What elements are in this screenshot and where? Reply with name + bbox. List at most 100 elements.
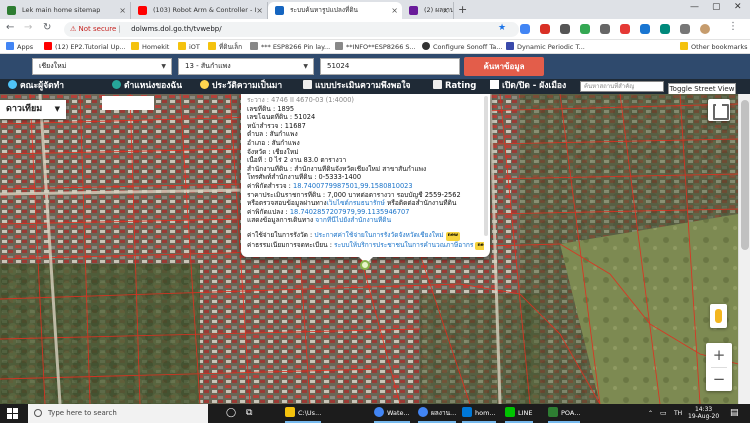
maximize-icon[interactable]: ▢ <box>712 2 721 12</box>
taskbar-app-explorer[interactable]: C:\Us... <box>285 404 322 423</box>
taskbar-search[interactable]: Type here to search <box>28 404 208 423</box>
search-button[interactable]: ค้นหาข้อมูล <box>464 57 544 76</box>
menu-credits[interactable]: คณะผู้จัดทำ <box>8 79 64 94</box>
network-icon[interactable]: ▭ <box>660 404 667 423</box>
tab-4[interactable]: (2) ผลงาน - Kaidee × <box>402 2 454 19</box>
extension-icon[interactable] <box>520 24 530 34</box>
zoom-control: + − <box>706 343 732 391</box>
url-field[interactable]: ⚠ Not secure | dolwms.dol.go.th/tvwebp/ <box>64 22 519 37</box>
parcel-number-input[interactable]: 51024 <box>320 58 460 75</box>
close-window-icon[interactable]: ✕ <box>734 2 742 12</box>
zoom-in-button[interactable]: + <box>706 343 732 367</box>
close-icon[interactable]: × <box>256 2 263 19</box>
windows-start-icon[interactable] <box>7 408 18 419</box>
bookmark-item[interactable]: ที่ดินเล็ก <box>208 41 242 53</box>
notification-icon[interactable]: ▤ <box>730 404 739 423</box>
zoom-out-button[interactable]: − <box>706 367 732 391</box>
fullscreen-icon[interactable] <box>708 99 730 121</box>
task-view-button[interactable]: ⧉ <box>246 404 252 423</box>
extension-icon[interactable] <box>640 24 650 34</box>
tab-1[interactable]: Lek main home sitemap × <box>0 2 131 19</box>
tab-title: (2) ผลงาน - Kaidee <box>424 6 454 14</box>
info-map-sheet: ระวาง : 4746 II 4670-03 (1:4000) <box>247 96 354 104</box>
taskbar-clock[interactable]: 14:33 19-Aug-20 <box>688 406 719 420</box>
extension-icon[interactable] <box>600 24 610 34</box>
chevron-down-icon: ▼ <box>303 63 308 70</box>
tray-chevron-icon[interactable]: ⌃ <box>648 404 653 423</box>
pegman-icon[interactable] <box>710 304 727 328</box>
chevron-down-icon: ▼ <box>161 63 166 70</box>
treasury-link[interactable]: เว็บไซต์กรมธนารักษ์ <box>327 199 385 207</box>
info-survey-page: หน้าสำรวจ : 11687 <box>247 121 306 130</box>
menu-survey[interactable]: แบบประเมินความพึงพอใจ <box>303 79 411 94</box>
taskbar-app-vscode[interactable]: hom... <box>462 404 496 423</box>
bookmark-item[interactable]: *** ESP8266 Pin lay... <box>250 41 330 53</box>
input-language[interactable]: TH <box>674 404 682 423</box>
tax-calc-link[interactable]: ระบบให้บริการประชาชนในการคำนวณภาษีอากร <box>334 241 473 249</box>
vscode-icon <box>462 407 472 417</box>
taskbar-app-line[interactable]: LINE <box>505 404 533 423</box>
folder-icon <box>178 42 186 50</box>
reload-icon[interactable]: ↻ <box>43 22 51 33</box>
parcel-marker-icon[interactable] <box>360 260 370 270</box>
close-icon[interactable]: × <box>442 2 449 19</box>
directions-link[interactable]: จากที่นี่ไปยังสำนักงานที่ดิน <box>315 216 391 224</box>
bookmark-item[interactable]: iOT <box>178 41 200 53</box>
survey-fee-link[interactable]: ประกาศค่าใช้จ่ายในการรังวัดจังหวัดเชียงใ… <box>314 231 443 239</box>
info-deed-no: เลขโฉนดที่ดิน : 51024 <box>247 113 316 122</box>
clock-time: 14:33 <box>694 406 713 413</box>
scrollbar-thumb[interactable] <box>741 100 749 250</box>
tab-favicon <box>409 6 418 15</box>
checkbox-icon[interactable] <box>490 80 499 89</box>
tab-favicon <box>275 6 284 15</box>
bookmark-item[interactable]: Dynamic Periodic T... <box>506 41 585 53</box>
survey-coords-link[interactable]: 18.7400779987501,99.1580810023 <box>293 182 413 190</box>
menu-history[interactable]: ประวัติความเป็นมา <box>200 79 282 94</box>
taskbar-app-chrome-1[interactable]: Wate... <box>374 404 410 423</box>
district-select[interactable]: 13 - สันกำแพง ▼ <box>178 58 314 75</box>
extension-icon[interactable] <box>560 24 570 34</box>
province-select[interactable]: เชียงใหม่ ▼ <box>32 58 172 75</box>
taskbar-app-chrome-2[interactable]: ผลงาน... <box>418 404 457 423</box>
place-search-input[interactable]: ค้นหาสถานที่สำคัญ <box>580 81 664 92</box>
task-view-icon[interactable]: ◯ <box>226 404 236 423</box>
menu-my-location[interactable]: ตำแหน่งของฉัน <box>112 79 182 94</box>
zoom-divider <box>711 367 727 368</box>
extension-icon[interactable] <box>580 24 590 34</box>
bookmark-item[interactable]: (12) EP2.Tutorial Up... <box>44 41 126 53</box>
close-icon[interactable]: × <box>119 2 126 19</box>
taskbar-app-poa[interactable]: POA... <box>548 404 581 423</box>
menu-bar: คณะผู้จัดทำ ตำแหน่งของฉัน ประวัติความเป็… <box>0 79 750 94</box>
menu-zoning-toggle[interactable]: เปิด/ปิด - ผังเมือง <box>490 79 566 94</box>
satellite-map[interactable]: ดาวเทียม ▼ ระวาง : 4746 II 4670-03 (1:400… <box>0 94 738 404</box>
page-scrollbar[interactable] <box>738 94 750 404</box>
menu-kebab-icon[interactable]: ⋮ <box>728 21 738 32</box>
avatar[interactable] <box>700 24 710 34</box>
other-bookmarks[interactable]: Other bookmarks <box>680 41 748 53</box>
back-icon[interactable]: ← <box>6 22 14 33</box>
forward-icon[interactable]: → <box>24 22 32 33</box>
new-tab-button[interactable]: + <box>458 3 467 16</box>
tab-2[interactable]: (103) Robot Arm & Controller - I × <box>131 2 268 19</box>
info-scrollbar[interactable] <box>484 96 488 236</box>
parcel-coords-link[interactable]: 18.7402857207979,99.1135946707 <box>290 208 410 216</box>
menu-rating[interactable]: Rating <box>433 79 476 94</box>
map-type-select[interactable]: ดาวเทียม ▼ <box>0 100 66 119</box>
extension-icon[interactable] <box>620 24 630 34</box>
puzzle-icon[interactable] <box>680 24 690 34</box>
bookmark-item[interactable]: **INFO**ESP8266 S... <box>335 41 416 53</box>
info-land-office: สำนักงานที่ดิน : สำนักงานที่ดินจังหวัดเช… <box>247 164 427 173</box>
bookmarks-bar: Apps (12) EP2.Tutorial Up... Homekit iOT… <box>0 40 750 54</box>
extension-icon[interactable] <box>540 24 550 34</box>
close-icon[interactable]: × <box>391 2 398 19</box>
new-badge: new <box>445 231 461 241</box>
search-icon <box>34 409 42 417</box>
minimize-icon[interactable]: — <box>690 2 699 12</box>
bookmark-item[interactable]: Homekit <box>131 41 169 53</box>
bookmark-star-icon[interactable]: ★ <box>498 23 506 33</box>
bookmark-apps[interactable]: Apps <box>6 41 33 53</box>
bookmark-item[interactable]: Configure Sonoff Ta... <box>422 41 502 53</box>
tab-3-active[interactable]: ระบบค้นหารูปแปลงที่ดิน × <box>268 2 402 19</box>
folder-icon <box>285 407 295 417</box>
extension-icon[interactable] <box>660 24 670 34</box>
